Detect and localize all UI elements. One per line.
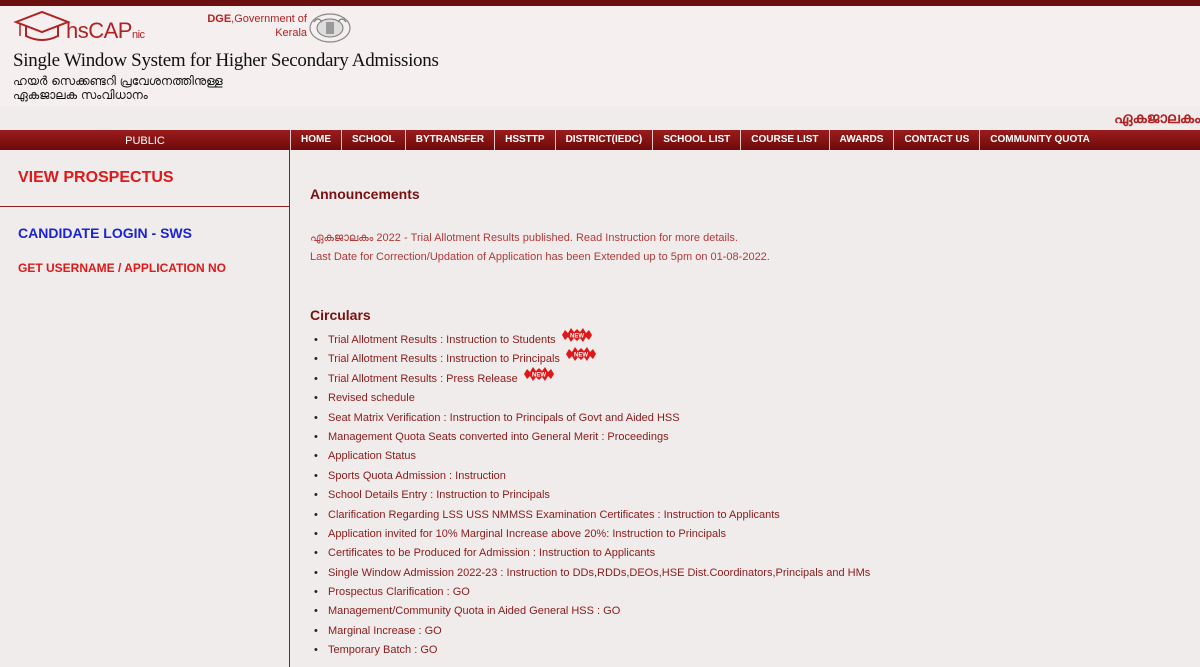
svg-text:NEW: NEW [570,334,584,340]
circular-item[interactable]: Sports Quota Admission : Instruction [312,468,870,487]
circulars-list: Trial Allotment Results : Instruction to… [312,328,870,662]
left-sidebar: VIEW PROSPECTUS CANDIDATE LOGIN - SWS GE… [0,150,290,667]
nav-school-list[interactable]: SCHOOL LIST [652,130,740,150]
circular-link-text[interactable]: Marginal Increase : GO [328,625,442,637]
circular-item[interactable]: Management/Community Quota in Aided Gene… [312,603,870,622]
svg-text:NEW: NEW [532,372,546,378]
nav-school[interactable]: SCHOOL [341,130,405,150]
circular-link-text[interactable]: Seat Matrix Verification : Instruction t… [328,412,680,424]
circular-item[interactable]: Revised schedule [312,390,870,409]
nav-bytransfer[interactable]: BYTRANSFER [404,130,494,150]
circular-item[interactable]: Prospectus Clarification : GO [312,584,870,603]
nav-contact-us[interactable]: CONTACT US [893,130,979,150]
circular-link-text[interactable]: Application Status [328,450,416,462]
circular-item[interactable]: Single Window Admission 2022-23 : Instru… [312,565,870,584]
kerala-emblem-icon [308,12,352,44]
circular-item[interactable]: School Details Entry : Instruction to Pr… [312,487,870,506]
nav-menu: HOME SCHOOL BYTRANSFER HSSTTP DISTRICT(I… [290,130,1100,150]
circular-item[interactable]: Marginal Increase : GO [312,623,870,642]
circular-link-text[interactable]: Prospectus Clarification : GO [328,586,470,598]
graduation-cap-logo-icon [13,10,71,41]
circular-item[interactable]: Seat Matrix Verification : Instruction t… [312,410,870,429]
circular-item[interactable]: Management Quota Seats converted into Ge… [312,429,870,448]
circular-link-text[interactable]: Temporary Batch : GO [328,644,437,656]
circular-link-text[interactable]: Certificates to be Produced for Admissio… [328,547,655,559]
svg-text:NEW: NEW [574,353,588,359]
government-label: DGE,Government of Kerala [207,13,307,39]
circular-item[interactable]: Trial Allotment Results : Instruction to… [312,347,870,370]
nav-home[interactable]: HOME [290,130,341,150]
circular-link-text[interactable]: Sports Quota Admission : Instruction [328,470,506,482]
new-badge-icon: NEW [565,347,596,362]
circular-link-text[interactable]: School Details Entry : Instruction to Pr… [328,489,550,501]
announcement-item: Last Date for Correction/Updation of App… [310,251,770,263]
marquee-strip: ഏകജാലകം [0,106,1200,130]
view-prospectus-link[interactable]: VIEW PROSPECTUS [18,169,174,187]
announcement-item[interactable]: ഏകജാലകം 2022 - Trial Allotment Results p… [310,232,738,245]
malayalam-subtitle-line2: ഏകജാലക സംവിധാനം [13,88,148,102]
candidate-login-link[interactable]: CANDIDATE LOGIN - SWS [18,225,192,241]
circular-item[interactable]: Application invited for 10% Marginal Inc… [312,526,870,545]
circular-link-text[interactable]: Trial Allotment Results : Press Release [328,373,518,385]
circular-item[interactable]: Trial Allotment Results : Press Release N… [312,366,870,390]
circular-link-text[interactable]: Trial Allotment Results : Instruction to… [328,334,556,346]
site-header: hsCAPnic DGE,Government of Kerala Single… [0,6,1200,106]
nav-hssttp[interactable]: HSSTTP [494,130,554,150]
new-badge-icon: NEW [523,366,554,381]
main-content: Announcements ഏകജാലകം 2022 - Trial Allot… [291,150,1200,667]
circular-item[interactable]: Application Status [312,448,870,467]
circular-link-text[interactable]: Trial Allotment Results : Instruction to… [328,353,560,365]
site-title: Single Window System for Higher Secondar… [13,50,439,71]
nav-community-quota[interactable]: COMMUNITY QUOTA [979,130,1100,150]
circular-item[interactable]: Certificates to be Produced for Admissio… [312,545,870,564]
circular-link-text[interactable]: Management Quota Seats converted into Ge… [328,431,669,443]
circular-item[interactable]: Temporary Batch : GO [312,642,870,661]
public-label: PUBLIC [125,135,165,147]
circular-link-text[interactable]: Clarification Regarding LSS USS NMMSS Ex… [328,509,780,521]
circular-link-text[interactable]: Single Window Admission 2022-23 : Instru… [328,567,870,579]
main-nav-bar: PUBLIC HOME SCHOOL BYTRANSFER HSSTTP DIS… [0,130,1200,150]
hscap-logo[interactable]: hsCAPnic [12,10,145,50]
nav-district-iedc[interactable]: DISTRICT(IEDC) [554,130,653,150]
logo-text: hsCAPnic [66,18,145,43]
sidebar-divider [0,206,290,207]
get-username-link[interactable]: GET USERNAME / APPLICATION NO [18,261,226,275]
malayalam-subtitle-line1: ഹയർ സെക്കണ്ടറി പ്രവേശനത്തിനുള്ള [13,74,223,88]
circular-link-text[interactable]: Management/Community Quota in Aided Gene… [328,605,620,617]
circulars-heading: Circulars [310,307,371,323]
circular-link-text[interactable]: Revised schedule [328,392,415,404]
circular-item[interactable]: Clarification Regarding LSS USS NMMSS Ex… [312,507,870,526]
nav-awards[interactable]: AWARDS [828,130,894,150]
marquee-text: ഏകജാലകം [1114,109,1200,127]
circular-link-text[interactable]: Application invited for 10% Marginal Inc… [328,528,726,540]
new-badge-icon: NEW [561,328,592,342]
nav-course-list[interactable]: COURSE LIST [740,130,828,150]
announcements-heading: Announcements [310,186,420,202]
